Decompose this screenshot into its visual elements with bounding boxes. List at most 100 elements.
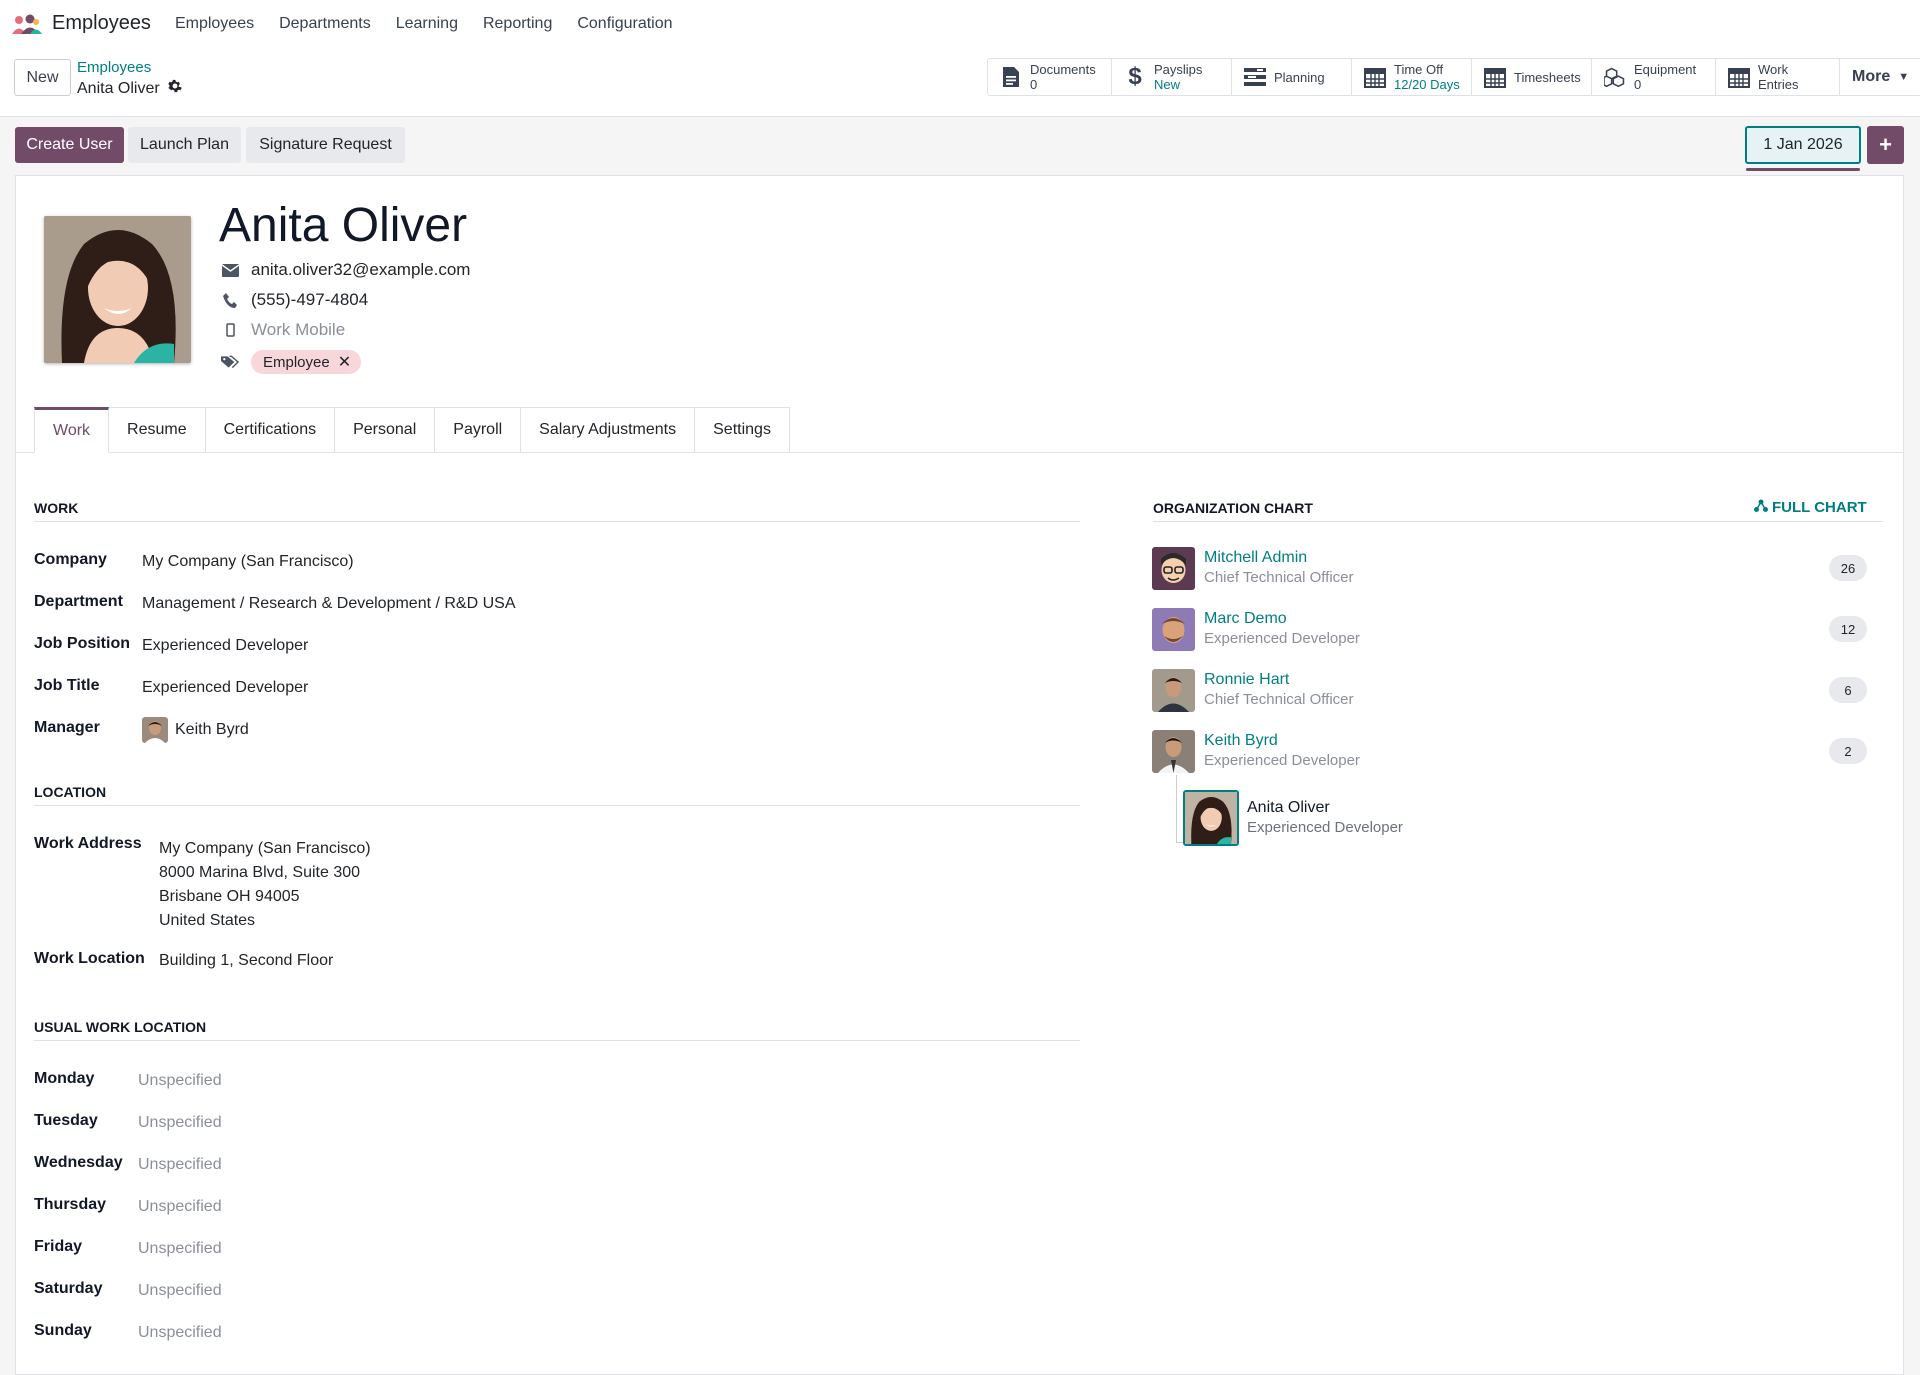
more-dropdown[interactable]: More ▼ — [1840, 59, 1920, 95]
time-off-smart-button[interactable]: Time Off 12/20 Days — [1352, 59, 1472, 95]
add-button[interactable]: + — [1867, 126, 1904, 164]
sunday-label: Sunday — [34, 1322, 92, 1339]
address-line: Brisbane OH 94005 — [159, 888, 300, 905]
dollar-icon: $ — [1128, 63, 1142, 90]
org-person-name[interactable]: Marc Demo — [1204, 610, 1287, 628]
wednesday-field[interactable]: Unspecified — [138, 1156, 222, 1174]
time-off-days: 12/20 Days — [1394, 77, 1460, 92]
new-button[interactable]: New — [14, 59, 71, 96]
address-line: My Company (San Francisco) — [159, 840, 371, 857]
work-entries-smart-button[interactable]: Work Entries — [1716, 59, 1840, 95]
email-row: anita.oliver32@example.com — [221, 260, 470, 280]
org-person[interactable]: Ronnie Hart Chief Technical Officer 6 — [1152, 669, 1892, 713]
tab-resume[interactable]: Resume — [109, 407, 206, 453]
tab-salary-adjustments[interactable]: Salary Adjustments — [521, 407, 696, 453]
org-subordinates-count[interactable]: 26 — [1829, 555, 1867, 581]
phone-row: (555)-497-4804 — [221, 290, 368, 310]
mobile-icon — [221, 323, 239, 337]
employee-tag[interactable]: Employee ✕ — [251, 350, 362, 374]
org-person[interactable]: Mitchell Admin Chief Technical Officer 2… — [1152, 547, 1892, 591]
org-person[interactable]: Keith Byrd Experienced Developer 2 — [1152, 730, 1892, 774]
full-chart-label: FULL CHART — [1772, 499, 1867, 516]
monday-field[interactable]: Unspecified — [138, 1072, 222, 1090]
tuesday-field[interactable]: Unspecified — [138, 1114, 222, 1132]
menu-employees[interactable]: Employees — [175, 15, 254, 33]
launch-plan-button[interactable]: Launch Plan — [128, 127, 241, 163]
menu-configuration[interactable]: Configuration — [577, 15, 672, 33]
org-person-name[interactable]: Ronnie Hart — [1204, 671, 1289, 689]
org-subordinates-count[interactable]: 2 — [1829, 738, 1867, 764]
org-person-job: Chief Technical Officer — [1204, 569, 1354, 586]
date-button[interactable]: 1 Jan 2026 — [1745, 126, 1861, 164]
work-address-field[interactable]: My Company (San Francisco) 8000 Marina B… — [159, 837, 371, 933]
tab-payroll[interactable]: Payroll — [435, 407, 522, 453]
address-line: 8000 Marina Blvd, Suite 300 — [159, 864, 361, 881]
department-label: Department — [34, 593, 123, 610]
work-section-divider — [34, 521, 1080, 522]
control-panel: New Employees Anita Oliver Documents 0 $ … — [0, 47, 1920, 117]
breadcrumb-parent[interactable]: Employees — [77, 59, 151, 76]
date-underline — [1746, 168, 1860, 171]
department-field[interactable]: Management / Research & Development / R&… — [142, 595, 516, 613]
sitemap-icon — [1754, 499, 1768, 516]
org-self-name: Anita Oliver — [1247, 799, 1330, 816]
org-person-avatar — [1152, 547, 1195, 590]
work-location-label: Work Location — [34, 950, 145, 967]
job-title-field[interactable]: Experienced Developer — [142, 679, 308, 697]
employees-app-icon[interactable] — [10, 12, 42, 36]
saturday-label: Saturday — [34, 1280, 103, 1297]
org-chart-title: ORGANIZATION CHART — [1153, 500, 1313, 516]
manager-field[interactable]: Keith Byrd — [175, 721, 249, 739]
phone-icon — [221, 292, 239, 308]
company-field[interactable]: My Company (San Francisco) — [142, 553, 354, 571]
org-person-job: Chief Technical Officer — [1204, 691, 1354, 708]
calendar-icon — [1728, 65, 1750, 89]
org-person-name[interactable]: Mitchell Admin — [1204, 549, 1307, 567]
tab-work[interactable]: Work — [34, 407, 110, 453]
usual-location-section-title: USUAL WORK LOCATION — [34, 1019, 207, 1035]
work-location-field[interactable]: Building 1, Second Floor — [159, 952, 333, 970]
manager-label: Manager — [34, 719, 100, 736]
employee-form-sheet: Anita Oliver anita.oliver32@example.com … — [15, 175, 1904, 1375]
menu-reporting[interactable]: Reporting — [483, 15, 552, 33]
payslips-smart-button[interactable]: $ Payslips New — [1112, 59, 1232, 95]
gear-icon[interactable] — [167, 79, 182, 98]
menu-learning[interactable]: Learning — [396, 15, 458, 33]
documents-smart-button[interactable]: Documents 0 — [988, 59, 1112, 95]
org-person-name[interactable]: Keith Byrd — [1204, 732, 1278, 750]
timesheets-label: Timesheets — [1514, 69, 1581, 85]
equipment-count: 0 — [1634, 77, 1642, 92]
app-name[interactable]: Employees — [52, 12, 151, 35]
create-user-button[interactable]: Create User — [15, 127, 124, 163]
signature-request-button[interactable]: Signature Request — [246, 127, 405, 163]
saturday-field[interactable]: Unspecified — [138, 1282, 222, 1300]
job-position-label: Job Position — [34, 635, 130, 652]
mobile-field[interactable]: Work Mobile — [251, 320, 345, 340]
org-person[interactable]: Marc Demo Experienced Developer 12 — [1152, 608, 1892, 652]
more-label: More — [1852, 68, 1891, 85]
equipment-smart-button[interactable]: Equipment 0 — [1592, 59, 1716, 95]
breadcrumb-current-label: Anita Oliver — [77, 79, 160, 97]
menu-departments[interactable]: Departments — [279, 15, 371, 33]
phone-field[interactable]: (555)-497-4804 — [251, 290, 368, 310]
timesheets-smart-button[interactable]: Timesheets — [1472, 59, 1592, 95]
org-subordinates-count[interactable]: 6 — [1829, 677, 1867, 703]
email-field[interactable]: anita.oliver32@example.com — [251, 260, 470, 280]
work-entries-label: Work Entries — [1758, 62, 1799, 92]
tab-settings[interactable]: Settings — [695, 407, 790, 453]
tab-certifications[interactable]: Certifications — [205, 407, 336, 453]
employee-avatar[interactable] — [44, 216, 191, 363]
thursday-field[interactable]: Unspecified — [138, 1198, 222, 1216]
planning-icon — [1244, 65, 1266, 89]
friday-field[interactable]: Unspecified — [138, 1240, 222, 1258]
full-chart-link[interactable]: FULL CHART — [1754, 499, 1867, 516]
work-section-title: WORK — [34, 500, 79, 516]
tags-icon — [221, 355, 239, 369]
employee-name[interactable]: Anita Oliver — [219, 198, 467, 253]
planning-smart-button[interactable]: Planning — [1232, 59, 1352, 95]
org-subordinates-count[interactable]: 12 — [1829, 616, 1867, 642]
remove-tag-icon[interactable]: ✕ — [338, 352, 351, 372]
tab-personal[interactable]: Personal — [335, 407, 436, 453]
sunday-field[interactable]: Unspecified — [138, 1324, 222, 1342]
job-position-field[interactable]: Experienced Developer — [142, 637, 308, 655]
